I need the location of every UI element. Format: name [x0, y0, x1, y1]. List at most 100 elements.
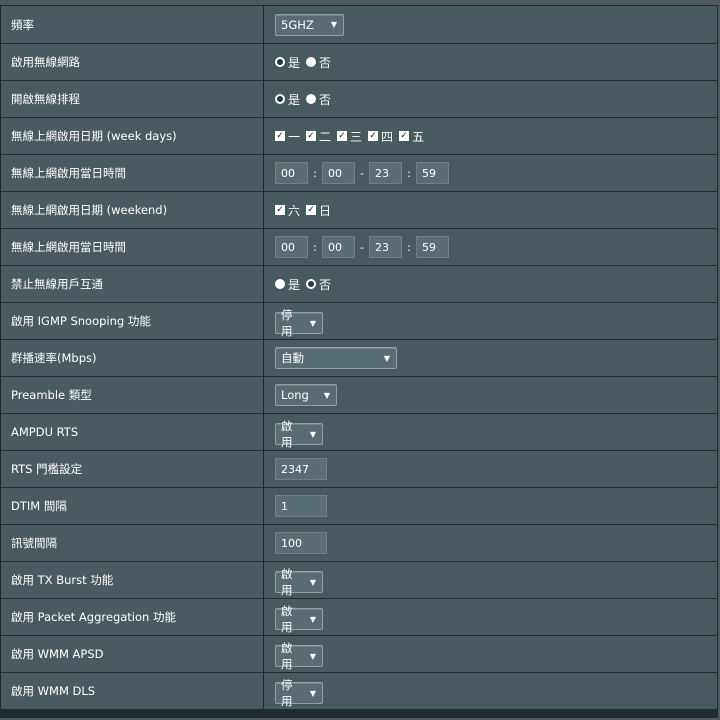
- ampdu-rts-label: AMPDU RTS: [1, 413, 264, 451]
- radio-option-label: 是: [288, 277, 301, 292]
- day-label: 一: [288, 129, 301, 144]
- ap-isolation-radio-group: 是 否: [275, 276, 717, 293]
- row-tx-burst: 啟用 TX Burst 功能 啟用 ▼: [1, 561, 717, 599]
- weekday-wed-checkbox[interactable]: ✓: [337, 131, 348, 141]
- packet-aggregation-label: 啟用 Packet Aggregation 功能: [1, 598, 264, 636]
- radio-option-label: 否: [319, 92, 332, 107]
- chevron-down-icon: ▼: [323, 390, 330, 400]
- frequency-select[interactable]: 5GHZ ▼: [275, 13, 344, 36]
- weekday-end-minute-input[interactable]: 59: [416, 162, 449, 184]
- ap-isolation-no-radio[interactable]: [306, 279, 317, 289]
- wireless-professional-settings: 頻率 5GHZ ▼ 啟用無線網路 是 否 開啟無線排程 是 否 無線上網啟用日期…: [0, 5, 718, 718]
- wmm-dls-select[interactable]: 停用 ▼: [275, 678, 323, 708]
- weekend-start-minute-input[interactable]: 00: [322, 236, 355, 258]
- tx-burst-select[interactable]: 啟用 ▼: [275, 567, 323, 597]
- row-enable-wireless: 啟用無線網路 是 否: [1, 43, 717, 81]
- time-colon: :: [407, 166, 411, 180]
- enable-schedule-label: 開啟無線排程: [1, 80, 264, 118]
- wmm-dls-value: 停用: [281, 678, 293, 708]
- row-weekend-time: 無線上網啟用當日時間 00 : 00 - 23 : 59: [1, 228, 717, 266]
- radio-option-label: 否: [319, 277, 332, 292]
- tx-burst-label: 啟用 TX Burst 功能: [1, 561, 264, 599]
- weekday-start-minute-input[interactable]: 00: [322, 162, 355, 184]
- weekday-end-hour-input[interactable]: 23: [369, 162, 402, 184]
- wmm-dls-label: 啟用 WMM DLS: [1, 672, 264, 710]
- day-label: 二: [319, 129, 332, 144]
- weekend-end-hour-input[interactable]: 23: [369, 236, 402, 258]
- enable-wireless-label: 啟用無線網路: [1, 43, 264, 81]
- dtim-input[interactable]: 1: [275, 495, 327, 517]
- enable-wireless-radio-group: 是 否: [275, 54, 717, 71]
- ap-isolation-label: 禁止無線用戶互通: [1, 265, 264, 303]
- wmm-apsd-select[interactable]: 啟用 ▼: [275, 641, 323, 671]
- time-colon: :: [313, 240, 317, 254]
- weekday-thu-checkbox[interactable]: ✓: [368, 131, 379, 141]
- weekend-time-label: 無線上網啟用當日時間: [1, 228, 264, 266]
- weekday-fri-checkbox[interactable]: ✓: [399, 131, 410, 141]
- chevron-down-icon: ▼: [309, 651, 316, 661]
- multicast-rate-value: 自動: [281, 351, 304, 365]
- frequency-value: 5GHZ: [281, 17, 314, 32]
- ap-isolation-yes-radio[interactable]: [275, 279, 285, 289]
- row-ampdu-rts: AMPDU RTS 啟用 ▼: [1, 413, 717, 451]
- weekday-time-label: 無線上網啟用當日時間: [1, 154, 264, 192]
- row-ap-isolation: 禁止無線用戶互通 是 否: [1, 265, 717, 303]
- weekend-time-range: 00 : 00 - 23 : 59: [275, 236, 717, 258]
- weekday-time-range: 00 : 00 - 23 : 59: [275, 162, 717, 184]
- row-packet-aggregation: 啟用 Packet Aggregation 功能 啟用 ▼: [1, 598, 717, 636]
- weekday-start-hour-input[interactable]: 00: [275, 162, 308, 184]
- weekday-tue-checkbox[interactable]: ✓: [306, 131, 317, 141]
- day-label: 四: [381, 129, 394, 144]
- ampdu-rts-select[interactable]: 啟用 ▼: [275, 419, 323, 449]
- chevron-down-icon: ▼: [309, 688, 316, 698]
- igmp-snooping-value: 停用: [281, 308, 293, 338]
- weekend-sun-checkbox[interactable]: ✓: [306, 205, 317, 215]
- wmm-apsd-label: 啟用 WMM APSD: [1, 635, 264, 673]
- enable-schedule-radio-group: 是 否: [275, 91, 717, 108]
- enable-wireless-no-radio[interactable]: [306, 57, 317, 67]
- multicast-rate-select[interactable]: 自動 ▼: [275, 347, 397, 369]
- radio-option-label: 是: [288, 55, 301, 70]
- chevron-down-icon: ▼: [309, 614, 316, 624]
- wmm-apsd-value: 啟用: [281, 641, 293, 671]
- multicast-rate-label: 群播速率(Mbps): [1, 339, 264, 377]
- igmp-snooping-select[interactable]: 停用 ▼: [275, 308, 323, 338]
- beacon-label: 訊號間隔: [1, 524, 264, 562]
- time-colon: :: [407, 240, 411, 254]
- row-multicast-rate: 群播速率(Mbps) 自動 ▼: [1, 339, 717, 377]
- preamble-label: Preamble 類型: [1, 376, 264, 414]
- packet-aggregation-select[interactable]: 啟用 ▼: [275, 604, 323, 634]
- day-label: 六: [288, 203, 301, 218]
- day-label: 三: [350, 129, 363, 144]
- row-enable-schedule: 開啟無線排程 是 否: [1, 80, 717, 118]
- beacon-input[interactable]: 100: [275, 532, 327, 554]
- weekday-checkbox-group: ✓ 一 ✓ 二 ✓ 三 ✓ 四 ✓ 五: [275, 128, 717, 145]
- row-weekday-time: 無線上網啟用當日時間 00 : 00 - 23 : 59: [1, 154, 717, 192]
- chevron-down-icon: ▼: [309, 577, 316, 587]
- row-weekday-days: 無線上網啟用日期 (week days) ✓ 一 ✓ 二 ✓ 三 ✓ 四 ✓ 五: [1, 117, 717, 155]
- row-wmm-dls: 啟用 WMM DLS 停用 ▼: [1, 672, 717, 710]
- settings-table: 頻率 5GHZ ▼ 啟用無線網路 是 否 開啟無線排程 是 否 無線上網啟用日期…: [1, 6, 717, 710]
- weekend-end-minute-input[interactable]: 59: [416, 236, 449, 258]
- time-colon: :: [313, 166, 317, 180]
- weekend-start-hour-input[interactable]: 00: [275, 236, 308, 258]
- day-label: 五: [412, 129, 425, 144]
- weekend-days-label: 無線上網啟用日期 (weekend): [1, 191, 264, 229]
- enable-wireless-yes-radio[interactable]: [275, 57, 285, 67]
- day-label: 日: [319, 203, 332, 218]
- chevron-down-icon: ▼: [383, 353, 390, 363]
- enable-schedule-yes-radio[interactable]: [275, 94, 285, 104]
- frequency-label: 頻率: [1, 6, 264, 44]
- row-rts-threshold: RTS 門檻設定 2347: [1, 450, 717, 488]
- radio-option-label: 否: [319, 55, 332, 70]
- rts-threshold-input[interactable]: 2347: [275, 458, 327, 480]
- preamble-select[interactable]: Long ▼: [275, 384, 337, 406]
- enable-schedule-no-radio[interactable]: [306, 94, 317, 104]
- chevron-down-icon: ▼: [309, 429, 316, 439]
- chevron-down-icon: ▼: [309, 318, 316, 328]
- weekend-sat-checkbox[interactable]: ✓: [275, 205, 285, 215]
- row-wmm-apsd: 啟用 WMM APSD 啟用 ▼: [1, 635, 717, 673]
- weekday-mon-checkbox[interactable]: ✓: [275, 131, 285, 141]
- row-igmp-snooping: 啟用 IGMP Snooping 功能 停用 ▼: [1, 302, 717, 340]
- chevron-down-icon: ▼: [330, 20, 337, 29]
